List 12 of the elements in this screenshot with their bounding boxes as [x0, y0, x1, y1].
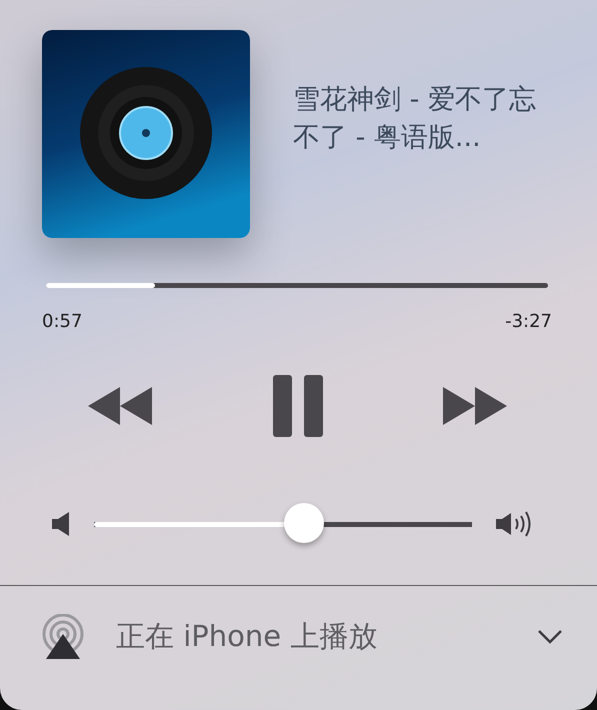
progress-bar[interactable]	[46, 283, 548, 288]
volume-high-icon	[496, 510, 532, 538]
song-title: 雪花神剑 - 爱不了忘不了 - 粤语版...	[293, 83, 537, 155]
rewind-button[interactable]	[88, 387, 152, 425]
play-pause-button[interactable]	[272, 375, 322, 437]
airplay-icon[interactable]	[40, 614, 86, 660]
fast-forward-button[interactable]	[443, 387, 507, 425]
output-device-label: 正在 iPhone 上播放	[116, 618, 378, 656]
chevron-down-icon[interactable]	[537, 629, 563, 645]
elapsed-time: 0:57	[42, 310, 82, 334]
volume-low-icon	[52, 512, 70, 536]
remaining-time: -3:27	[505, 310, 552, 334]
